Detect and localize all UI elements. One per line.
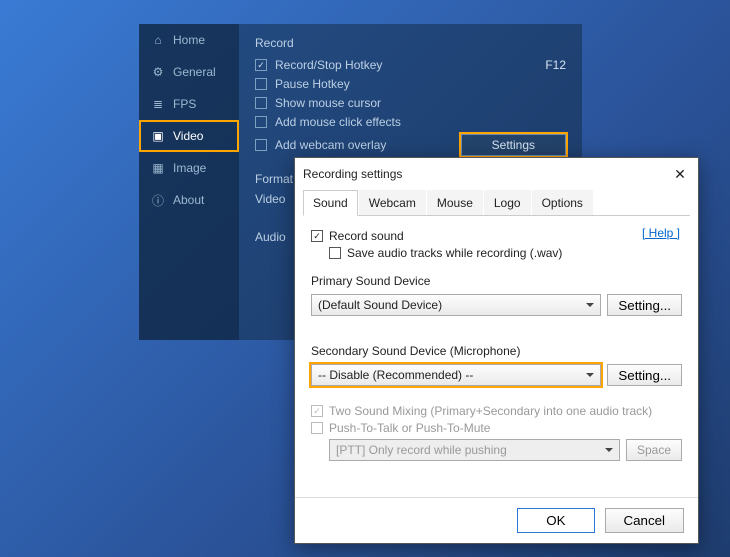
opt-label: Add mouse click effects	[275, 115, 401, 129]
tab-mouse[interactable]: Mouse	[427, 190, 483, 215]
select-value: [PTT] Only record while pushing	[336, 443, 507, 457]
sidebar-item-home[interactable]: ⌂ Home	[139, 24, 239, 56]
opt-click-fx[interactable]: Add mouse click effects	[255, 115, 566, 129]
checkbox-icon[interactable]	[329, 247, 341, 259]
sidebar-item-label: Home	[173, 33, 205, 47]
tab-webcam[interactable]: Webcam	[359, 190, 426, 215]
info-icon: ⓘ	[151, 193, 165, 207]
home-icon: ⌂	[151, 33, 165, 47]
check-save-tracks[interactable]: Save audio tracks while recording (.wav)	[329, 246, 682, 260]
secondary-device-select[interactable]: -- Disable (Recommended) --	[311, 364, 601, 386]
dialog-title: Recording settings	[303, 167, 402, 181]
sidebar-item-label: General	[173, 65, 216, 79]
section-record: Record	[255, 36, 566, 50]
close-button[interactable]: ✕	[670, 164, 690, 184]
help-link[interactable]: [ Help ]	[642, 226, 680, 240]
ptt-config-row: [PTT] Only record while pushing Space	[329, 439, 682, 461]
gear-icon: ⚙	[151, 65, 165, 79]
secondary-device-row: -- Disable (Recommended) -- Setting...	[311, 364, 682, 386]
primary-device-label: Primary Sound Device	[311, 274, 682, 288]
ptt-key-field: Space	[626, 439, 682, 461]
opt-label: Record/Stop Hotkey	[275, 58, 382, 72]
checkbox-icon[interactable]	[255, 116, 267, 128]
primary-device-select[interactable]: (Default Sound Device)	[311, 294, 601, 316]
opt-pause[interactable]: Pause Hotkey	[255, 77, 566, 91]
check-label: Save audio tracks while recording (.wav)	[347, 246, 562, 260]
fps-icon: ≣	[151, 97, 165, 111]
opt-show-cursor[interactable]: Show mouse cursor	[255, 96, 566, 110]
primary-setting-button[interactable]: Setting...	[607, 294, 682, 316]
secondary-setting-button[interactable]: Setting...	[607, 364, 682, 386]
check-two-mix: Two Sound Mixing (Primary+Secondary into…	[311, 404, 682, 418]
checkbox-icon[interactable]	[255, 78, 267, 90]
tab-options[interactable]: Options	[532, 190, 593, 215]
close-icon: ✕	[674, 166, 686, 183]
check-record-sound[interactable]: Record sound	[311, 229, 682, 243]
tab-sound[interactable]: Sound	[303, 190, 358, 216]
secondary-device-label: Secondary Sound Device (Microphone)	[311, 344, 682, 358]
sidebar-item-label: About	[173, 193, 204, 207]
hotkey-value: F12	[545, 58, 566, 72]
settings-button[interactable]: Settings	[461, 134, 566, 156]
checkbox-icon[interactable]	[255, 59, 267, 71]
recording-settings-dialog: Recording settings ✕ Sound Webcam Mouse …	[294, 157, 699, 544]
cancel-button[interactable]: Cancel	[605, 508, 685, 533]
opt-label: Add webcam overlay	[275, 138, 386, 152]
sidebar-item-general[interactable]: ⚙ General	[139, 56, 239, 88]
dialog-body: [ Help ] Record sound Save audio tracks …	[295, 216, 698, 497]
image-icon: ▦	[151, 161, 165, 175]
checkbox-icon	[311, 405, 323, 417]
ok-button[interactable]: OK	[517, 508, 594, 533]
checkbox-icon[interactable]	[255, 97, 267, 109]
dialog-footer: OK Cancel	[295, 497, 698, 543]
sidebar-item-fps[interactable]: ≣ FPS	[139, 88, 239, 120]
check-label: Two Sound Mixing (Primary+Secondary into…	[329, 404, 652, 418]
sidebar-item-label: Image	[173, 161, 206, 175]
checkbox-icon[interactable]	[311, 230, 323, 242]
check-label: Push-To-Talk or Push-To-Mute	[329, 421, 490, 435]
tab-logo[interactable]: Logo	[484, 190, 531, 215]
dialog-titlebar: Recording settings ✕	[295, 158, 698, 190]
select-value: (Default Sound Device)	[318, 298, 442, 312]
opt-webcam-overlay[interactable]: Add webcam overlay Settings	[255, 134, 566, 156]
sidebar-item-label: Video	[173, 129, 203, 143]
check-ptt: Push-To-Talk or Push-To-Mute	[311, 421, 682, 435]
primary-device-row: (Default Sound Device) Setting...	[311, 294, 682, 316]
checkbox-icon[interactable]	[255, 139, 267, 151]
opt-label: Pause Hotkey	[275, 77, 350, 91]
sidebar-item-about[interactable]: ⓘ About	[139, 184, 239, 216]
sidebar-item-label: FPS	[173, 97, 196, 111]
checkbox-icon	[311, 422, 323, 434]
opt-label: Show mouse cursor	[275, 96, 381, 110]
sidebar: ⌂ Home ⚙ General ≣ FPS ▣ Video ▦ Image ⓘ…	[139, 24, 239, 340]
sidebar-item-video[interactable]: ▣ Video	[139, 120, 239, 152]
sidebar-item-image[interactable]: ▦ Image	[139, 152, 239, 184]
select-value: -- Disable (Recommended) --	[318, 368, 473, 382]
ptt-mode-select: [PTT] Only record while pushing	[329, 439, 620, 461]
video-icon: ▣	[151, 129, 165, 143]
dialog-tabs: Sound Webcam Mouse Logo Options	[303, 190, 690, 216]
check-label: Record sound	[329, 229, 404, 243]
opt-record-stop[interactable]: Record/Stop Hotkey F12	[255, 58, 566, 72]
